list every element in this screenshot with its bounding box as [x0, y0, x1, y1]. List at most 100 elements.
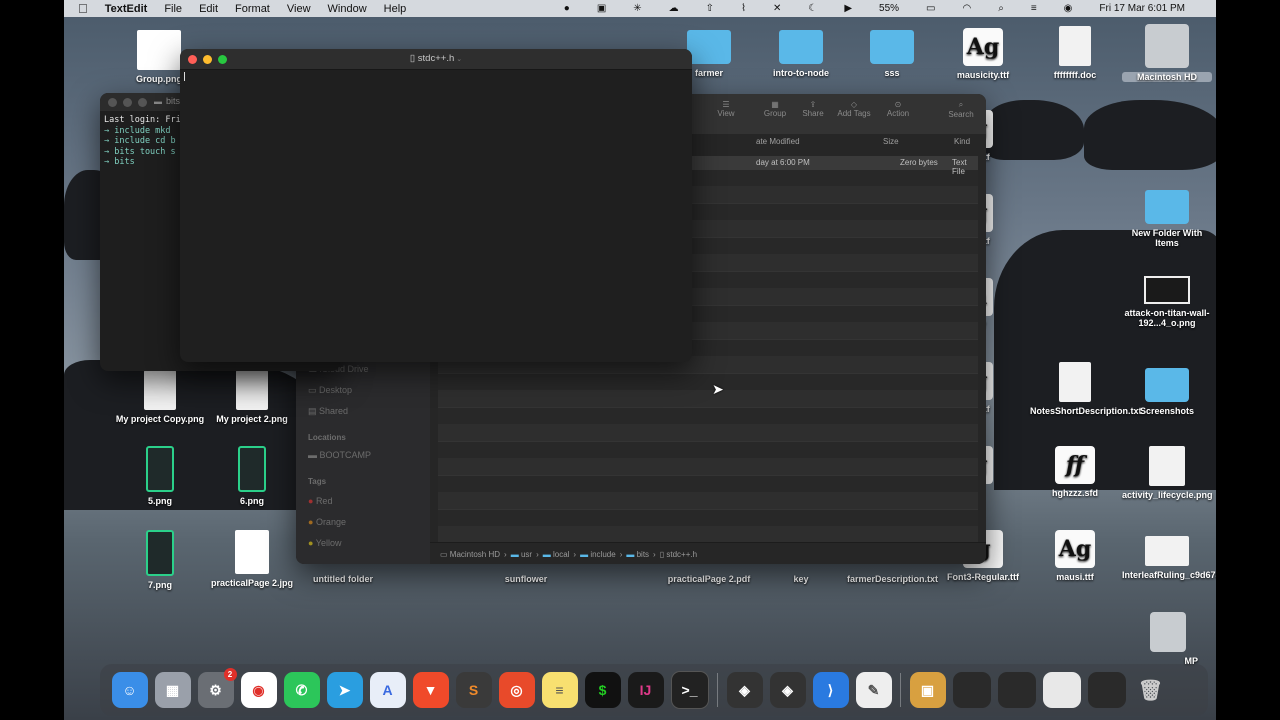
menu-help[interactable]: Help — [384, 3, 407, 15]
wifi-icon[interactable]: ◠ — [962, 3, 971, 14]
sidebar-tag-orange[interactable]: ● Orange — [308, 517, 371, 538]
desktop-icon-intro-to-node[interactable]: intro-to-node — [756, 30, 846, 78]
desktop-icon-interleaf-webp[interactable]: InterleafRuling_c9d67859...2x.webp — [1122, 536, 1216, 580]
desktop-icon-5-png[interactable]: 5.png — [115, 446, 205, 506]
desktop-icon-mp[interactable]: MP — [1138, 612, 1198, 666]
intellij-icon[interactable]: IJ — [627, 672, 664, 708]
pin-icon[interactable]: ⌇ — [741, 3, 746, 14]
desktop-icon-farmer-description[interactable]: farmerDescription.txt — [847, 574, 938, 584]
chevron-down-icon[interactable]: ⌄ — [454, 56, 462, 63]
clock[interactable]: Fri 17 Mar 6:01 PM — [1099, 3, 1185, 14]
siri-icon[interactable]: ◉ — [1064, 3, 1073, 14]
unity-hub-icon[interactable]: ◈ — [769, 672, 806, 708]
battery-percent[interactable]: 55% — [879, 3, 899, 14]
record-icon[interactable]: ● — [564, 3, 570, 14]
search-icon[interactable]: ⌕ — [998, 3, 1004, 14]
desktop-icon-7-png[interactable]: 7.png — [115, 530, 205, 590]
upload-icon[interactable]: ⇧ — [706, 3, 714, 14]
grid-icon[interactable]: ✕ — [773, 3, 781, 14]
desktop-icon-untitled-folder[interactable]: untitled folder — [298, 574, 388, 584]
window-thumbnail[interactable] — [997, 672, 1036, 708]
cloud-icon[interactable]: ☁ — [669, 3, 679, 14]
sidebar-item-bootcamp[interactable]: ▬ BOOTCAMP — [308, 450, 371, 477]
brave-icon[interactable]: ▼ — [412, 672, 449, 708]
notes-icon[interactable]: ≡ — [541, 672, 578, 708]
archive-icon[interactable]: ▣ — [909, 672, 946, 708]
textedit-editor[interactable] — [180, 69, 692, 362]
moon-icon[interactable]: ☾ — [808, 3, 817, 14]
chrome-icon[interactable]: ◉ — [240, 672, 277, 708]
menu-format[interactable]: Format — [235, 3, 270, 15]
sidebar-item-shared[interactable]: ▤ Shared — [308, 406, 371, 433]
finder-icon[interactable]: ☺ — [111, 672, 148, 708]
desktop-icon-sunflower[interactable]: sunflower — [481, 574, 571, 584]
sidebar-item-desktop[interactable]: ▭ Desktop — [308, 385, 371, 406]
path-usr[interactable]: ▬ usr — [511, 550, 532, 559]
sidebar-tag-yellow[interactable]: ● Yellow — [308, 538, 371, 559]
battery-icon[interactable]: ▭ — [926, 3, 935, 14]
menu-file[interactable]: File — [164, 3, 182, 15]
android-studio-icon[interactable]: A — [369, 672, 406, 708]
desktop-icon-notes-txt[interactable]: NotesShortDescription.txt — [1030, 362, 1142, 416]
desktop-icon-my-project-2[interactable]: My project 2.png — [207, 370, 297, 424]
column-kind[interactable]: Kind — [954, 137, 970, 146]
path-bits[interactable]: ▬ bits — [626, 550, 649, 559]
desktop-icon-mausicity-ttf[interactable]: Ag mausicity.ttf — [938, 28, 1028, 80]
terminal-icon[interactable]: >_ — [670, 671, 709, 709]
desktop-icon-screenshots[interactable]: Screenshots — [1122, 368, 1212, 416]
minimize-button[interactable] — [123, 98, 132, 107]
path-local[interactable]: ▬ local — [543, 550, 570, 559]
textedit-icon[interactable]: ✎ — [855, 672, 892, 708]
toolbar-add-tags[interactable]: ◇ Add Tags — [832, 100, 876, 119]
window-thumbnail[interactable] — [1087, 672, 1126, 708]
apple-menu-icon[interactable]:  — [78, 1, 88, 16]
telegram-icon[interactable]: ➤ — [326, 672, 363, 708]
mail-eye-icon[interactable]: ◎ — [498, 672, 535, 708]
zoom-button[interactable] — [138, 98, 147, 107]
toolbar-view[interactable]: ☰ View — [696, 100, 756, 119]
settings-icon[interactable]: ✳ — [633, 3, 641, 14]
desktop-icon-key[interactable]: key — [756, 574, 846, 584]
toolbar-group[interactable]: ▦ Group — [756, 100, 794, 119]
terminal-green-icon[interactable]: $ — [584, 672, 621, 708]
sublime-icon[interactable]: S — [455, 672, 492, 708]
control-center-icon[interactable]: ≡ — [1031, 3, 1037, 14]
window-thumbnail[interactable] — [952, 672, 991, 708]
close-button[interactable] — [108, 98, 117, 107]
menu-app-name[interactable]: TextEdit — [105, 3, 148, 15]
menu-edit[interactable]: Edit — [199, 3, 218, 15]
system-preferences-icon[interactable]: ⚙ 2 — [197, 668, 237, 708]
desktop-icon-activity-lifecycle[interactable]: activity_lifecycle.png — [1122, 446, 1213, 500]
whatsapp-icon[interactable]: ✆ — [283, 672, 320, 708]
desktop-icon-sss[interactable]: sss — [847, 30, 937, 78]
toolbar-action[interactable]: ⊙ Action — [876, 100, 920, 119]
path-include[interactable]: ▬ include — [580, 550, 616, 559]
desktop-icon-doc[interactable]: ffffffff.doc — [1030, 26, 1120, 80]
launchpad-icon[interactable]: ▦ — [154, 672, 191, 708]
menu-view[interactable]: View — [287, 3, 311, 15]
desktop-icon-practicalpage-pdf[interactable]: practicalPage 2.pdf — [664, 574, 754, 584]
desktop-icon-new-folder-with-items[interactable]: New Folder With Items — [1122, 190, 1212, 248]
column-date-modified[interactable]: ate Modified — [756, 137, 800, 146]
desktop-icon-6-png[interactable]: 6.png — [207, 446, 297, 506]
desktop-icon-hghzzz-sfd[interactable]: ff hghzzz.sfd — [1030, 446, 1120, 498]
toolbar-share[interactable]: ⇪ Share — [794, 100, 832, 119]
path-macintosh-hd[interactable]: ▭ Macintosh HD — [440, 550, 500, 559]
sidebar-tag-red[interactable]: ● Red — [308, 496, 371, 517]
desktop-icon-my-project-copy[interactable]: My project Copy.png — [115, 370, 205, 424]
desktop-icon-practicalpage-jpg[interactable]: practicalPage 2.jpg — [207, 530, 297, 588]
toolbar-search[interactable]: ⌕ Search — [930, 100, 986, 119]
path-stdc-h[interactable]: ▯ stdc++.h — [660, 550, 697, 559]
screenshot-icon[interactable]: ▣ — [597, 3, 606, 14]
vscode-icon[interactable]: ⟩ — [812, 672, 849, 708]
unity-icon[interactable]: ◈ — [726, 672, 763, 708]
column-size[interactable]: Size — [883, 137, 899, 146]
terminal-output[interactable]: Last login: Fri → include mkd → include … — [104, 115, 181, 168]
desktop-icon-macintosh-hd[interactable]: Macintosh HD — [1122, 24, 1212, 82]
desktop-icon-attack-on-titan[interactable]: attack-on-titan-wall-192...4_o.png — [1122, 276, 1212, 328]
trash-icon[interactable]: 🗑 — [1133, 672, 1169, 708]
play-icon[interactable]: ▶ — [844, 3, 852, 14]
menu-window[interactable]: Window — [328, 3, 367, 15]
desktop-icon-mausi-ttf[interactable]: Ag mausi.ttf — [1030, 530, 1120, 582]
window-thumbnail[interactable] — [1042, 672, 1081, 708]
